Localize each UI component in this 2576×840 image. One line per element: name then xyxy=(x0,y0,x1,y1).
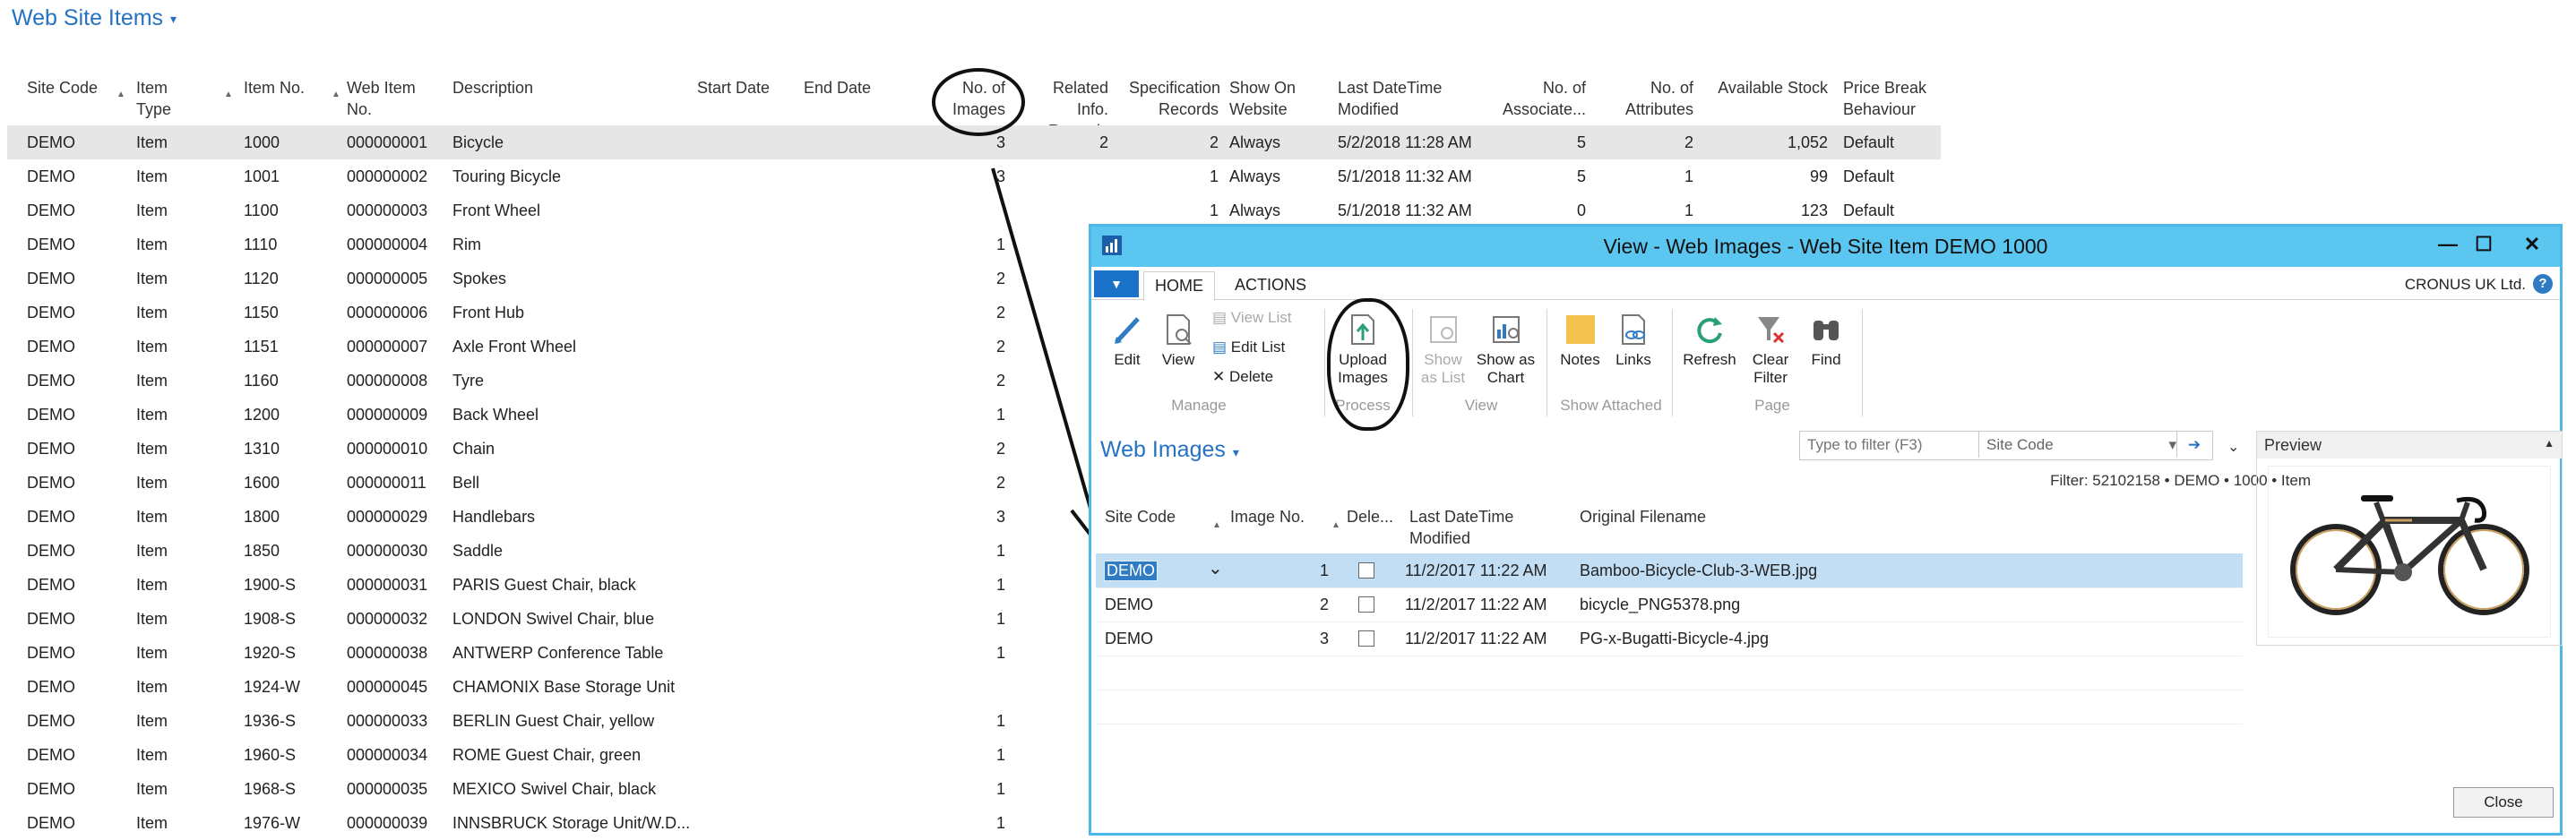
last-modified-cell: 11/2/2017 11:22 AM xyxy=(1405,596,1547,613)
chevron-down-icon[interactable]: ▾ xyxy=(1233,445,1239,459)
site-code-cell: DEMO xyxy=(1105,596,1153,613)
images-column-header[interactable]: Image No. xyxy=(1230,506,1305,527)
images-column-header[interactable]: Site Code xyxy=(1105,506,1176,527)
bicycle-preview-image xyxy=(2268,466,2551,638)
links-icon xyxy=(1622,314,1645,345)
deleted-checkbox[interactable] xyxy=(1358,562,1374,579)
close-button[interactable]: Close xyxy=(2453,787,2554,818)
view-icon xyxy=(1167,314,1192,345)
preview-factbox: Preview ▲ xyxy=(2256,431,2563,646)
minimize-icon[interactable]: — xyxy=(2433,232,2463,257)
view-button[interactable]: View xyxy=(1156,312,1201,369)
company-name: CRONUS UK Ltd. xyxy=(2404,276,2526,293)
filter-input[interactable] xyxy=(1800,432,1979,458)
edit-button[interactable]: Edit xyxy=(1105,312,1150,369)
images-table-row[interactable]: DEMO 3 11/2/2017 11:22 AM PG-x-Bugatti-Bicy… xyxy=(1096,621,2243,656)
help-icon[interactable]: ? xyxy=(2533,274,2553,294)
sort-ascending-icon[interactable]: ▲ xyxy=(1212,520,1221,530)
ribbon-separator xyxy=(1862,309,1863,416)
deleted-checkbox[interactable] xyxy=(1358,596,1374,613)
images-column-header[interactable]: Original Filename xyxy=(1580,506,1706,527)
filename-cell: PG-x-Bugatti-Bicycle-4.jpg xyxy=(1580,630,1770,647)
annotation-oval-upload-button xyxy=(1327,298,1409,431)
dialog-titlebar: View - Web Images - Web Site Item DEMO 1… xyxy=(1091,227,2560,267)
filename-cell: Bamboo-Bicycle-Club-3-WEB.jpg xyxy=(1580,561,1818,579)
site-code-cell: DEMO xyxy=(1105,630,1153,647)
filter-field-select[interactable]: Site Code ▾ xyxy=(1979,432,2180,458)
delete-button[interactable]: ✕ Delete xyxy=(1212,368,1273,386)
dialog-title: View - Web Images - Web Site Item DEMO 1… xyxy=(1603,235,2048,258)
group-page: Page xyxy=(1754,397,1790,414)
subpage-title: Web Images ▾ xyxy=(1100,437,1239,462)
ribbon-separator xyxy=(1412,309,1413,416)
notes-icon xyxy=(1565,315,1595,344)
last-modified-cell: 11/2/2017 11:22 AM xyxy=(1405,630,1547,647)
refresh-icon xyxy=(1697,317,1722,344)
filename-cell: bicycle_PNG5378.png xyxy=(1580,596,1741,613)
images-table-row[interactable]: DEMO ⌄ 1 11/2/2017 11:22 AM Bamboo-Bicycle-C… xyxy=(1096,553,2243,587)
images-column-header[interactable]: Last DateTime Modified xyxy=(1409,506,1513,549)
apply-filter-arrow-icon[interactable]: ➔ xyxy=(2176,432,2211,458)
image-no-cell: 1 xyxy=(1320,561,1330,579)
binoculars-icon xyxy=(1814,321,1839,340)
site-code-cell[interactable]: DEMO xyxy=(1104,561,1158,581)
ribbon-tabs: ▼ HOME ACTIONS CRONUS UK Ltd. ? xyxy=(1091,267,2560,301)
show-as-chart-button[interactable]: Show as Chart xyxy=(1472,312,1539,387)
tab-home[interactable]: HOME xyxy=(1143,271,1215,301)
maximize-icon[interactable]: ☐ xyxy=(2468,232,2499,257)
delete-icon: ✕ xyxy=(1212,368,1229,385)
ribbon-separator xyxy=(1324,309,1325,416)
edit-list-icon: ▤ xyxy=(1212,339,1231,356)
clear-filter-icon xyxy=(1758,317,1785,344)
links-button[interactable]: Links xyxy=(1611,312,1656,369)
view-list-icon: ▤ xyxy=(1212,309,1231,326)
refresh-button[interactable]: Refresh xyxy=(1678,312,1741,369)
filter-bar: Site Code▾ ➔ xyxy=(1799,431,2213,460)
application-menu-button[interactable]: ▼ xyxy=(1094,270,1139,297)
image-no-cell: 2 xyxy=(1320,596,1330,613)
edit-list-button[interactable]: ▤ Edit List xyxy=(1212,339,1285,356)
group-manage: Manage xyxy=(1171,397,1227,414)
chevron-down-icon: ▾ xyxy=(2168,436,2176,453)
view-list-button[interactable]: ▤ View List xyxy=(1212,309,1292,327)
close-icon[interactable]: ✕ xyxy=(2517,232,2547,257)
image-no-cell: 3 xyxy=(1320,630,1330,647)
images-table-row[interactable]: DEMO 2 11/2/2017 11:22 AM bicycle_PNG5378.p… xyxy=(1096,587,2243,621)
notes-button[interactable]: Notes xyxy=(1555,312,1605,369)
deleted-checkbox[interactable] xyxy=(1358,630,1374,647)
images-column-header[interactable]: Dele... xyxy=(1347,506,1393,527)
last-modified-cell: 11/2/2017 11:22 AM xyxy=(1405,561,1547,579)
find-button[interactable]: Find xyxy=(1804,312,1848,369)
list-icon xyxy=(1429,316,1457,343)
tab-actions[interactable]: ACTIONS xyxy=(1224,271,1317,299)
chevron-down-icon[interactable]: ⌄ xyxy=(1208,557,1223,579)
pencil-icon xyxy=(1115,317,1140,344)
web-images-dialog: View - Web Images - Web Site Item DEMO 1… xyxy=(1089,224,2563,836)
group-view: View xyxy=(1464,397,1498,414)
sort-ascending-icon[interactable]: ▲ xyxy=(1331,520,1340,530)
show-as-list-button[interactable]: Show as List xyxy=(1418,312,1468,387)
chart-icon xyxy=(1492,316,1520,343)
clear-filter-button[interactable]: Clear Filter xyxy=(1744,312,1797,387)
expand-filter-chevron-icon[interactable]: ⌄ xyxy=(2227,438,2239,456)
preview-header: Preview ▲ xyxy=(2257,432,2562,459)
collapse-icon[interactable]: ▲ xyxy=(2544,437,2554,450)
ribbon-separator xyxy=(1672,309,1673,416)
ribbon-separator xyxy=(1546,309,1547,416)
group-show-attached: Show Attached xyxy=(1560,397,1662,414)
